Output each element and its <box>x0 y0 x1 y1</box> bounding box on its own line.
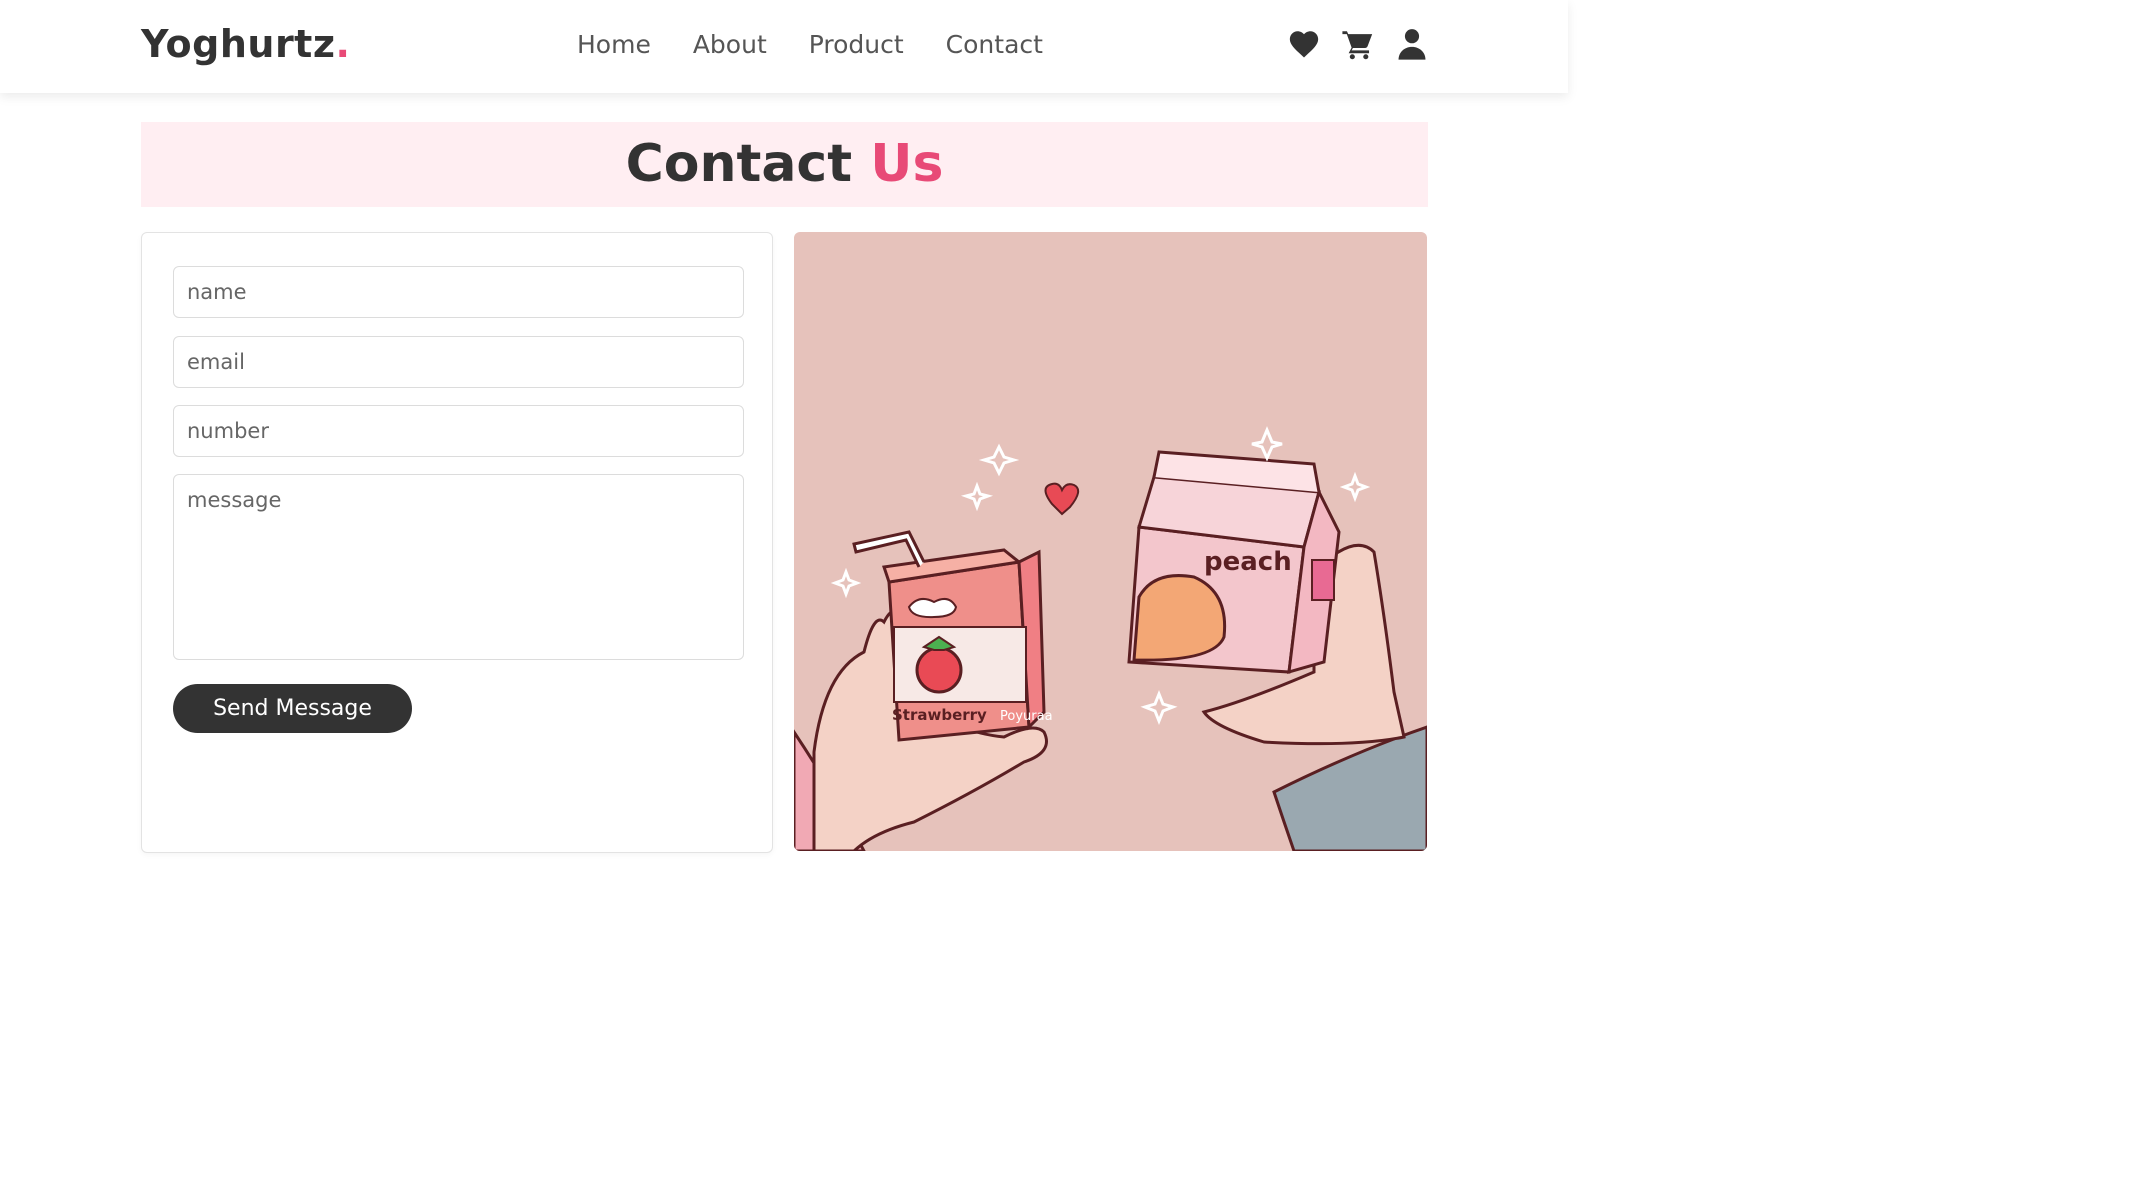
milk-cartons-illustration: Strawberry peach <box>794 426 1427 851</box>
number-input[interactable] <box>173 405 744 457</box>
logo[interactable]: Yoghurtz. <box>141 22 350 66</box>
user-icon[interactable] <box>1395 26 1429 62</box>
strawberry-label: Strawberry <box>892 706 987 724</box>
cart-icon[interactable] <box>1341 26 1375 62</box>
send-message-button[interactable]: Send Message <box>173 684 412 733</box>
nav-about[interactable]: About <box>693 30 767 59</box>
name-input[interactable] <box>173 266 744 318</box>
page-title: Contact Us <box>141 122 1428 207</box>
artist-credit: Poyuraa <box>1000 709 1053 724</box>
header-icons <box>1287 26 1429 62</box>
heart-icon[interactable] <box>1287 26 1321 62</box>
contact-form: Send Message <box>141 232 773 853</box>
nav-contact[interactable]: Contact <box>946 30 1043 59</box>
peach-label: peach <box>1204 547 1292 577</box>
nav-home[interactable]: Home <box>577 30 651 59</box>
nav-product[interactable]: Product <box>809 30 904 59</box>
email-input[interactable] <box>173 336 744 388</box>
contact-illustration: Strawberry peach Poyuraa <box>794 232 1427 851</box>
site-header: Yoghurtz. Home About Product Contact <box>0 0 1568 93</box>
message-textarea[interactable] <box>173 474 744 660</box>
main-nav: Home About Product Contact <box>577 30 1085 59</box>
